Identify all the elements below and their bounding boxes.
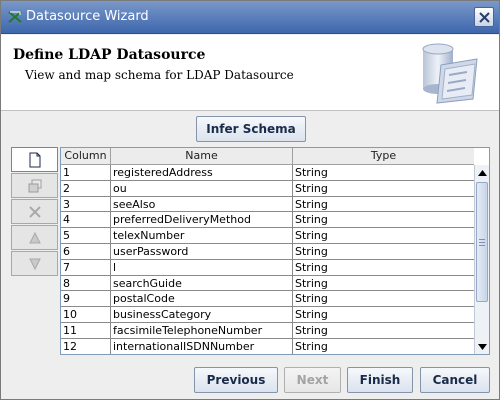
scroll-down-icon — [477, 343, 487, 350]
wizard-header: Define LDAP Datasource View and map sche… — [1, 35, 499, 111]
finish-button[interactable]: Finish — [347, 367, 413, 393]
delete-icon — [28, 205, 41, 218]
cell-column[interactable]: 9 — [61, 291, 111, 307]
table-row[interactable]: 11 facsimileTelephoneNumber String — [61, 322, 474, 339]
cell-column[interactable]: 10 — [61, 307, 111, 322]
delete-column-button[interactable] — [11, 199, 58, 224]
cell-name[interactable]: seeAlso — [111, 196, 293, 212]
table-body: 1 registeredAddress String 2 ou String 3 seeA… — [61, 165, 474, 354]
move-up-icon — [28, 231, 41, 243]
copy-icon — [28, 179, 41, 192]
close-button[interactable] — [474, 7, 494, 27]
column-toolbar — [11, 147, 58, 277]
vertical-scrollbar[interactable] — [474, 165, 489, 354]
cell-type[interactable]: String — [293, 307, 474, 322]
cell-name[interactable]: facsimileTelephoneNumber — [111, 322, 293, 338]
cell-type[interactable]: String — [293, 244, 474, 259]
table-row[interactable]: 8 searchGuide String — [61, 275, 474, 292]
cell-type[interactable]: String — [293, 276, 474, 291]
new-column-button[interactable] — [11, 147, 58, 172]
column-header-name[interactable]: Name — [111, 148, 293, 165]
new-icon — [29, 152, 40, 167]
move-down-icon — [28, 258, 41, 270]
wizard-icon — [7, 9, 23, 25]
infer-schema-button[interactable]: Infer Schema — [196, 116, 306, 142]
table-row[interactable]: 12 internationalISDNNumber String — [61, 338, 474, 354]
cell-column[interactable]: 8 — [61, 275, 111, 291]
table-row[interactable]: 7 l String — [61, 259, 474, 276]
table-row[interactable]: 5 telexNumber String — [61, 228, 474, 244]
page-subtitle: View and map schema for LDAP Datasource — [25, 68, 294, 82]
previous-button[interactable]: Previous — [194, 367, 278, 393]
cell-type[interactable]: String — [293, 228, 474, 243]
copy-column-button[interactable] — [11, 173, 58, 198]
cell-type[interactable]: String — [293, 212, 474, 227]
cell-type[interactable]: String — [293, 323, 474, 338]
cell-type[interactable]: String — [293, 260, 474, 275]
cell-type[interactable]: String — [293, 181, 474, 196]
cell-type[interactable]: String — [293, 197, 474, 212]
cell-name[interactable]: searchGuide — [111, 275, 293, 291]
cell-name[interactable]: postalCode — [111, 291, 293, 307]
scroll-up-icon — [477, 169, 487, 176]
cell-column[interactable]: 11 — [61, 322, 111, 338]
scroll-down-button[interactable] — [475, 339, 489, 354]
window-title: Datasource Wizard — [26, 9, 149, 24]
table-row[interactable]: 9 postalCode String — [61, 291, 474, 308]
table-row[interactable]: 2 ou String — [61, 180, 474, 197]
datasource-wizard-window: Datasource Wizard Define LDAP Datasource… — [0, 0, 500, 400]
move-up-button[interactable] — [11, 225, 58, 250]
cell-name[interactable]: businessCategory — [111, 307, 293, 322]
cell-name[interactable]: telexNumber — [111, 228, 293, 243]
cell-name[interactable]: registeredAddress — [111, 165, 293, 180]
column-header-column[interactable]: Column — [61, 148, 111, 165]
cell-name[interactable]: ou — [111, 180, 293, 196]
cell-column[interactable]: 3 — [61, 196, 111, 212]
cell-name[interactable]: internationalISDNNumber — [111, 338, 293, 354]
cell-type[interactable]: String — [293, 339, 474, 354]
scroll-up-button[interactable] — [475, 165, 489, 180]
cell-type[interactable]: String — [293, 291, 474, 306]
cell-column[interactable]: 2 — [61, 180, 111, 196]
page-title: Define LDAP Datasource — [13, 47, 206, 63]
cell-column[interactable]: 12 — [61, 338, 111, 354]
table-row[interactable]: 4 preferredDeliveryMethod String — [61, 212, 474, 229]
close-icon — [479, 12, 490, 23]
table-header: Column Name Type — [61, 148, 474, 165]
table-row[interactable]: 3 seeAlso String — [61, 196, 474, 213]
table-row[interactable]: 6 userPassword String — [61, 243, 474, 260]
cell-name[interactable]: l — [111, 259, 293, 275]
scrollbar-thumb[interactable] — [476, 182, 488, 302]
cell-type[interactable]: String — [293, 165, 474, 180]
grip-icon — [479, 239, 485, 246]
cell-name[interactable]: preferredDeliveryMethod — [111, 212, 293, 228]
cell-column[interactable]: 1 — [61, 165, 111, 180]
title-bar[interactable]: Datasource Wizard — [1, 1, 499, 34]
cell-column[interactable]: 6 — [61, 243, 111, 259]
cell-column[interactable]: 4 — [61, 212, 111, 228]
table-row[interactable]: 10 businessCategory String — [61, 307, 474, 323]
cell-name[interactable]: userPassword — [111, 243, 293, 259]
move-down-button[interactable] — [11, 251, 58, 276]
cell-column[interactable]: 7 — [61, 259, 111, 275]
datasource-graphic-icon — [422, 43, 478, 104]
next-button[interactable]: Next — [284, 367, 341, 393]
cancel-button[interactable]: Cancel — [420, 367, 490, 393]
schema-table[interactable]: Column Name Type 1 registeredAddress Strin… — [60, 147, 490, 355]
column-header-type[interactable]: Type — [293, 148, 474, 165]
table-row[interactable]: 1 registeredAddress String — [61, 165, 474, 181]
cell-column[interactable]: 5 — [61, 228, 111, 243]
